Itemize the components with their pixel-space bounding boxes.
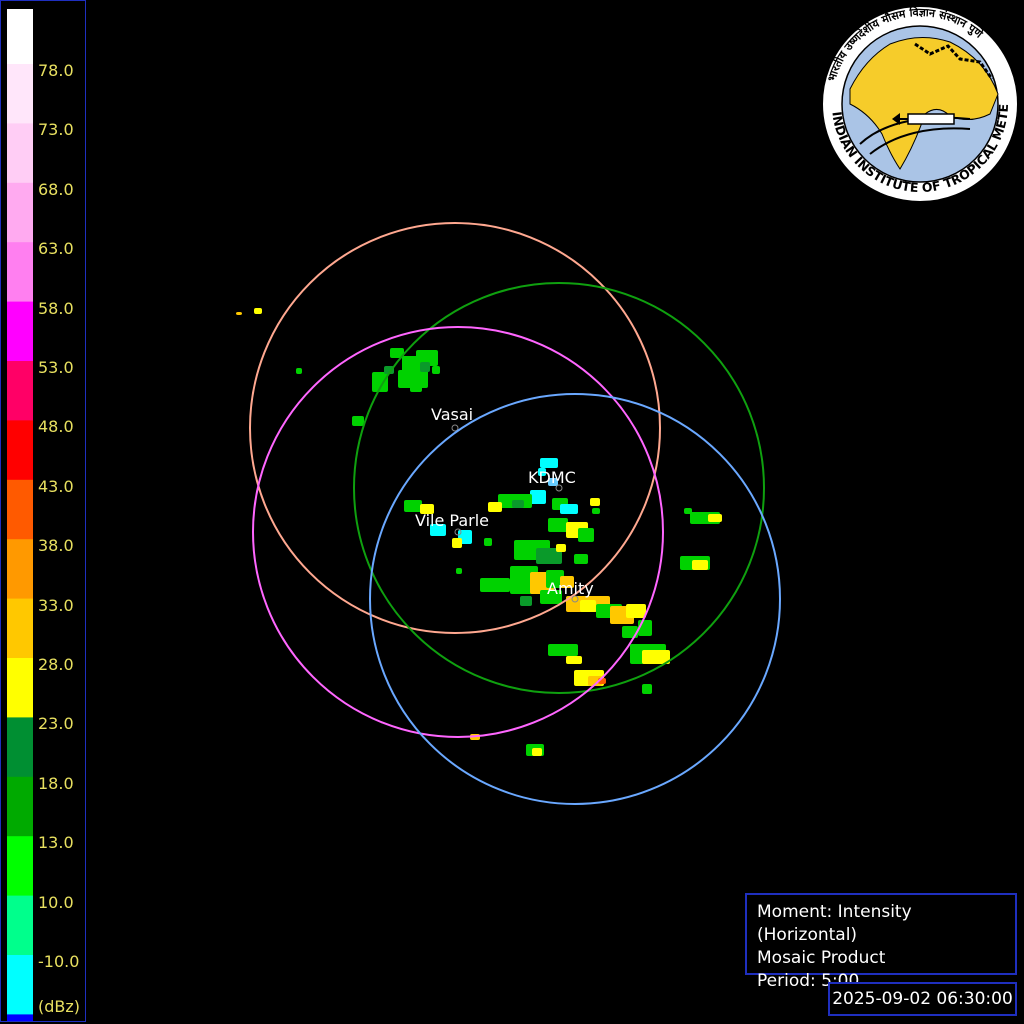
radar-echo	[692, 560, 708, 570]
site-label: Vile Parle	[415, 511, 489, 530]
radar-echo	[530, 490, 546, 504]
radar-echo	[480, 578, 510, 592]
radar-echo	[580, 600, 596, 612]
radar-echo	[512, 500, 524, 508]
radar-echo	[626, 604, 646, 618]
radar-echo	[560, 504, 578, 514]
radar-echo	[540, 458, 558, 468]
radar-echo	[236, 312, 242, 315]
radar-echo	[708, 514, 722, 522]
site-label: Amity	[547, 579, 594, 598]
radar-echo	[432, 366, 440, 374]
radar-echo	[684, 508, 692, 514]
radar-echo	[452, 538, 462, 548]
product-text: Mosaic Product	[757, 948, 886, 968]
radar-echo	[484, 538, 492, 546]
range-ring-vasai	[249, 222, 661, 634]
radar-echo	[556, 544, 566, 552]
timestamp-box: 2025-09-02 06:30:00	[828, 982, 1017, 1016]
radar-echo	[410, 380, 422, 392]
radar-echo	[420, 362, 430, 372]
radar-echo	[352, 416, 364, 426]
radar-echo	[574, 554, 588, 564]
radar-echo	[456, 568, 462, 574]
radar-echo	[590, 498, 600, 506]
radar-echoes	[236, 308, 722, 756]
radar-echo	[578, 528, 594, 542]
radar-echo	[532, 748, 542, 756]
product-info-box: Moment: Intensity (Horizontal) Mosaic Pr…	[745, 893, 1017, 991]
radar-echo	[548, 644, 578, 656]
radar-echo	[488, 502, 502, 512]
timestamp-text: 2025-09-02 06:30:00	[832, 989, 1013, 1009]
range-ring-kdmc	[353, 282, 765, 694]
iitm-logo: INDIAN INSTITUTE OF TROPICAL METEOROLOGY…	[820, 4, 1019, 203]
radar-echo	[296, 368, 302, 374]
radar-echo	[254, 308, 262, 314]
radar-echo	[566, 656, 582, 664]
moment-text: Moment: Intensity (Horizontal)	[757, 902, 912, 945]
radar-echo	[592, 508, 600, 514]
radar-echo	[642, 684, 652, 694]
radar-echo	[520, 596, 532, 606]
site-label: Vasai	[431, 405, 473, 424]
radar-echo	[548, 518, 568, 532]
site-label: KDMC	[528, 468, 576, 487]
